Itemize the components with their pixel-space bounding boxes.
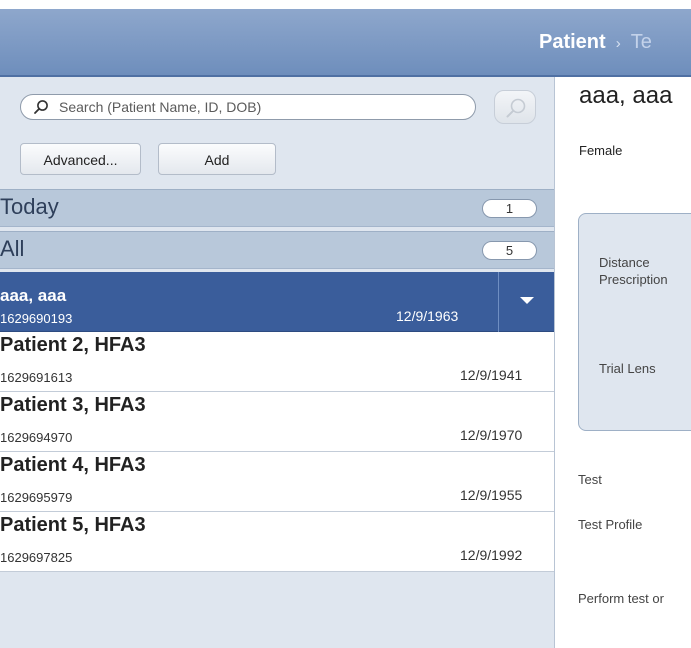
patient-id: 1629697825 bbox=[0, 550, 73, 565]
patient-row-menu-button[interactable] bbox=[498, 272, 554, 332]
prescription-label: Prescription bbox=[599, 272, 668, 287]
breadcrumb: Patient › Te bbox=[539, 9, 652, 75]
perform-test-label: Perform test or bbox=[578, 591, 664, 606]
patient-row[interactable]: Patient 4, HFA3 1629695979 12/9/1955 bbox=[0, 452, 554, 512]
detail-sex: Female bbox=[579, 143, 623, 158]
search-input[interactable] bbox=[59, 97, 459, 117]
patient-name: Patient 3, HFA3 bbox=[0, 394, 146, 416]
patient-row[interactable]: Patient 5, HFA3 1629697825 12/9/1992 bbox=[0, 512, 554, 572]
top-bar: Patient › Te bbox=[0, 9, 691, 77]
search-button-icon bbox=[506, 98, 526, 118]
test-label: Test bbox=[578, 472, 602, 487]
patient-detail-panel: aaa, aaa Female Distance Prescription Tr… bbox=[555, 77, 691, 648]
test-profile-label: Test Profile bbox=[578, 517, 643, 532]
patient-row[interactable]: Patient 2, HFA3 1629691613 12/9/1941 bbox=[0, 332, 554, 392]
patient-list-panel: Advanced... Add Today 1 All 5 aaa, aaa 1… bbox=[0, 77, 554, 648]
patient-name: Patient 2, HFA3 bbox=[0, 334, 146, 356]
group-all-count: 5 bbox=[482, 241, 537, 260]
patient-dob: 12/9/1955 bbox=[460, 487, 523, 503]
detail-patient-name: aaa, aaa bbox=[579, 82, 673, 109]
group-today-count: 1 bbox=[482, 199, 537, 218]
patient-dob: 12/9/1963 bbox=[396, 308, 459, 324]
group-all-label: All bbox=[0, 236, 25, 261]
group-all[interactable]: All 5 bbox=[0, 231, 554, 269]
chevron-down-icon bbox=[520, 297, 534, 304]
patient-id: 1629695979 bbox=[0, 490, 73, 505]
prescription-card: Distance Prescription Trial Lens bbox=[578, 213, 691, 431]
group-today-label: Today bbox=[0, 194, 59, 219]
patient-dob: 12/9/1970 bbox=[460, 427, 523, 443]
advanced-button[interactable]: Advanced... bbox=[20, 143, 141, 175]
patient-name: aaa, aaa bbox=[0, 286, 67, 305]
patient-id: 1629690193 bbox=[0, 311, 73, 326]
patient-id: 1629694970 bbox=[0, 430, 73, 445]
patient-name: Patient 5, HFA3 bbox=[0, 514, 146, 536]
search-button[interactable] bbox=[494, 90, 536, 124]
patient-app: Patient › Te Advanced... Add Today 1 All 5 bbox=[0, 0, 691, 648]
group-today[interactable]: Today 1 bbox=[0, 189, 554, 227]
trial-lens-label: Trial Lens bbox=[599, 361, 656, 376]
distance-label: Distance bbox=[599, 255, 650, 270]
patient-name: Patient 4, HFA3 bbox=[0, 454, 146, 476]
patient-dob: 12/9/1941 bbox=[460, 367, 523, 383]
patient-row[interactable]: Patient 3, HFA3 1629694970 12/9/1970 bbox=[0, 392, 554, 452]
breadcrumb-separator-icon: › bbox=[615, 35, 621, 52]
patient-id: 1629691613 bbox=[0, 370, 73, 385]
patient-row-selected[interactable]: aaa, aaa 1629690193 12/9/1963 bbox=[0, 272, 554, 332]
search-field[interactable] bbox=[20, 94, 476, 120]
add-patient-button[interactable]: Add bbox=[158, 143, 276, 175]
search-icon bbox=[34, 100, 48, 114]
breadcrumb-patient[interactable]: Patient bbox=[539, 31, 606, 53]
breadcrumb-test[interactable]: Te bbox=[631, 31, 652, 53]
patient-dob: 12/9/1992 bbox=[460, 547, 523, 563]
